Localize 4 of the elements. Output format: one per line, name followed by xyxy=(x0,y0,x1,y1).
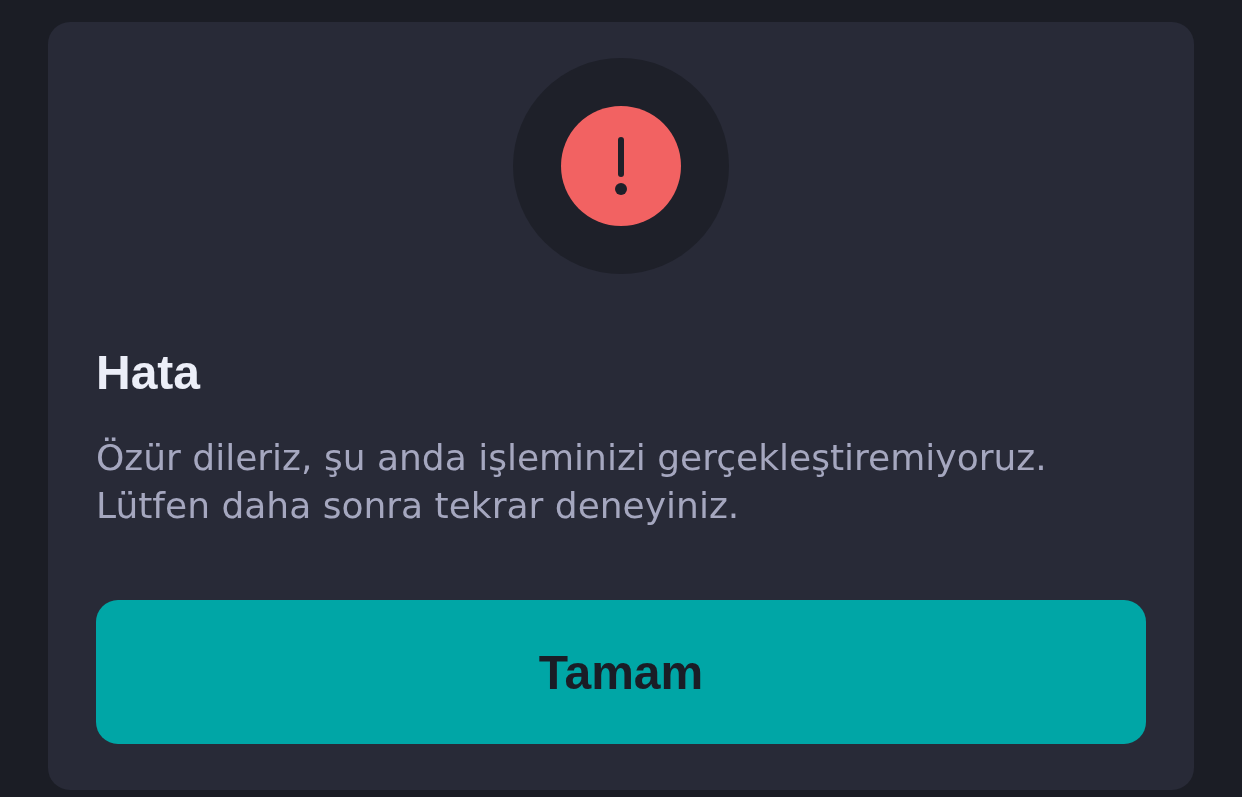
dialog-title: Hata xyxy=(96,345,202,401)
alert-icon xyxy=(513,58,729,274)
dialog-message: Özür dileriz, şu anda işleminizi gerçekleştiremiyoruz. Lütfen daha sonra tekrar deneyiniz. xyxy=(96,436,1048,528)
ok-button[interactable]: Tamam xyxy=(96,600,1146,744)
